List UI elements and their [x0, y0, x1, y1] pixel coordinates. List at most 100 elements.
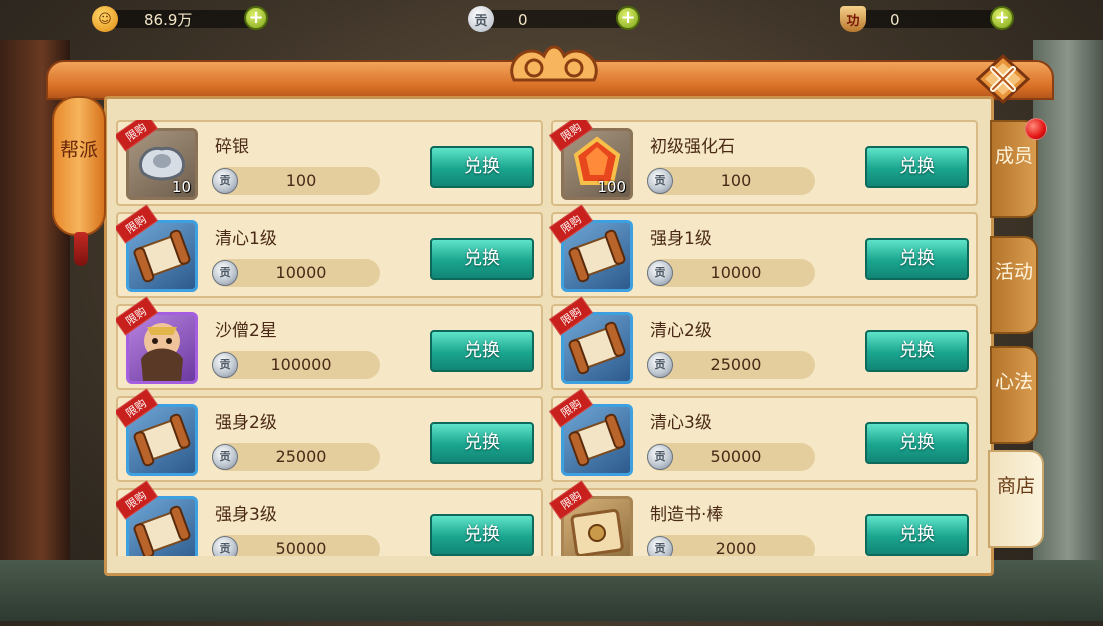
tassel-icon: [74, 232, 88, 266]
exchange-button[interactable]: 兑换: [865, 514, 969, 556]
limited-tag: 限购: [548, 204, 594, 244]
limited-ribbon: 限购: [548, 296, 601, 336]
tab-activities[interactable]: 活动: [990, 236, 1038, 334]
contribution-coin-icon: 贡: [212, 168, 238, 194]
item-name: 碎银: [215, 137, 249, 157]
tab-skills[interactable]: 心法: [990, 346, 1038, 444]
currency-value: 0: [518, 11, 528, 29]
add-currency-button[interactable]: +: [990, 6, 1014, 30]
contribution-coin-icon: 贡: [647, 444, 673, 470]
item-name: 清心2级: [650, 321, 712, 341]
item-price: 100: [285, 171, 317, 190]
item-price: 25000: [710, 355, 762, 374]
shop-item-card: 限购清心3级贡 50000 兑换: [548, 388, 978, 482]
price-bar: 贡 2000: [647, 535, 815, 556]
tab-label: 商店: [996, 475, 1035, 497]
item-count: 10: [171, 178, 191, 196]
item-price: 25000: [275, 447, 327, 466]
limited-ribbon: 限购: [116, 296, 166, 336]
tab-shop[interactable]: 商店: [988, 450, 1044, 548]
currency-bar: ☺ 86.9万 + 贡 0 + 功 0 +: [0, 0, 1103, 36]
exchange-button[interactable]: 兑换: [430, 330, 534, 372]
guild-tab-label: 帮派: [59, 139, 98, 161]
tab-label: 心法: [994, 371, 1033, 393]
add-currency-button[interactable]: +: [616, 6, 640, 30]
shop-item-card: 限购强身2级贡 25000 兑换: [116, 388, 543, 482]
shop-item-card: 限购强身1级贡 10000 兑换: [548, 204, 978, 298]
price-bar: 贡 10000: [212, 259, 380, 287]
exchange-button[interactable]: 兑换: [865, 330, 969, 372]
shop-item-card: 限购 清心1级贡 10000 兑换: [116, 204, 543, 298]
item-price: 10000: [710, 263, 762, 282]
item-price: 2000: [715, 539, 757, 556]
shop-item-card: 10 限购 碎银贡 100 兑换: [116, 120, 543, 206]
limited-tag: 限购: [116, 296, 159, 336]
contribution-coin-icon: 贡: [468, 6, 494, 32]
contribution-coin-icon: 贡: [647, 352, 673, 378]
add-currency-button[interactable]: +: [244, 6, 268, 30]
limited-ribbon: 限购: [116, 204, 166, 244]
item-price: 100: [720, 171, 752, 190]
limited-tag: 限购: [548, 388, 594, 428]
limited-ribbon: 限购: [548, 388, 601, 428]
item-price: 100000: [270, 355, 332, 374]
contribution-coin-icon: 贡: [647, 168, 673, 194]
guild-tab[interactable]: 帮派: [52, 96, 106, 236]
limited-ribbon: 限购: [548, 204, 601, 244]
contribution-coin-icon: 贡: [212, 444, 238, 470]
price-bar: 贡 100000: [212, 351, 380, 379]
tab-label: 成员: [994, 145, 1033, 167]
limited-ribbon: 限购: [116, 480, 166, 520]
price-bar: 贡 10000: [647, 259, 815, 287]
currency-contribution: 贡 0 +: [468, 4, 648, 32]
exchange-button[interactable]: 兑换: [865, 146, 969, 188]
tab-label: 活动: [994, 261, 1033, 283]
price-bar: 贡 25000: [647, 351, 815, 379]
exchange-button[interactable]: 兑换: [430, 422, 534, 464]
currency-value: 0: [890, 11, 900, 29]
shop-item-list[interactable]: 10 限购 碎银贡 100 兑换 100 限购 初级强化石贡 100 兑换 限购 清心1级贡 10000…: [116, 120, 984, 556]
shop-item-card: 限购制造书·棒贡 2000 兑换: [548, 480, 978, 556]
item-name: 沙僧2星: [215, 321, 277, 341]
monkey-coin-icon: ☺: [92, 6, 118, 32]
contribution-coin-icon: 贡: [647, 536, 673, 556]
shop-item-card: 100 限购初级强化石贡 100 兑换: [548, 120, 978, 206]
shop-item-card: 限购沙僧2星贡 100000 兑换: [116, 296, 543, 390]
exchange-button[interactable]: 兑换: [430, 146, 534, 188]
limited-ribbon: 限购: [116, 388, 166, 428]
exchange-button[interactable]: 兑换: [865, 238, 969, 280]
price-bar: 贡 100: [647, 167, 815, 195]
limited-tag: 限购: [116, 480, 159, 520]
price-bar: 贡 50000: [212, 535, 380, 556]
limited-ribbon: 限购: [548, 480, 601, 520]
close-icon[interactable]: [976, 54, 1030, 104]
shop-item-card: 限购清心2级贡 25000 兑换: [548, 296, 978, 390]
contribution-coin-icon: 贡: [212, 352, 238, 378]
item-name: 初级强化石: [650, 137, 735, 157]
exchange-button[interactable]: 兑换: [865, 422, 969, 464]
item-name: 清心3级: [650, 413, 712, 433]
item-price: 50000: [710, 447, 762, 466]
currency-value: 86.9万: [144, 11, 193, 29]
item-name: 强身1级: [650, 229, 712, 249]
limited-ribbon: 限购: [548, 120, 601, 152]
exchange-button[interactable]: 兑换: [430, 238, 534, 280]
limited-tag: 限购: [548, 296, 594, 336]
limited-tag: 限购: [548, 480, 594, 520]
item-name: 制造书·棒: [650, 505, 724, 525]
contribution-coin-icon: 贡: [212, 260, 238, 286]
shop-item-card: 限购强身3级贡 50000 兑换: [116, 480, 543, 556]
currency-merit: 功 0 +: [840, 4, 1025, 32]
item-count: 100: [597, 178, 626, 196]
contribution-coin-icon: 贡: [647, 260, 673, 286]
item-name: 强身3级: [215, 505, 277, 525]
notification-dot-icon: [1025, 118, 1047, 140]
exchange-button[interactable]: 兑换: [430, 514, 534, 556]
price-bar: 贡 50000: [647, 443, 815, 471]
currency-silver: ☺ 86.9万 +: [92, 4, 277, 32]
item-name: 强身2级: [215, 413, 277, 433]
contribution-coin-icon: 贡: [212, 536, 238, 556]
limited-tag: 限购: [116, 204, 159, 244]
item-price: 10000: [275, 263, 327, 282]
merit-badge-icon: 功: [840, 6, 866, 32]
